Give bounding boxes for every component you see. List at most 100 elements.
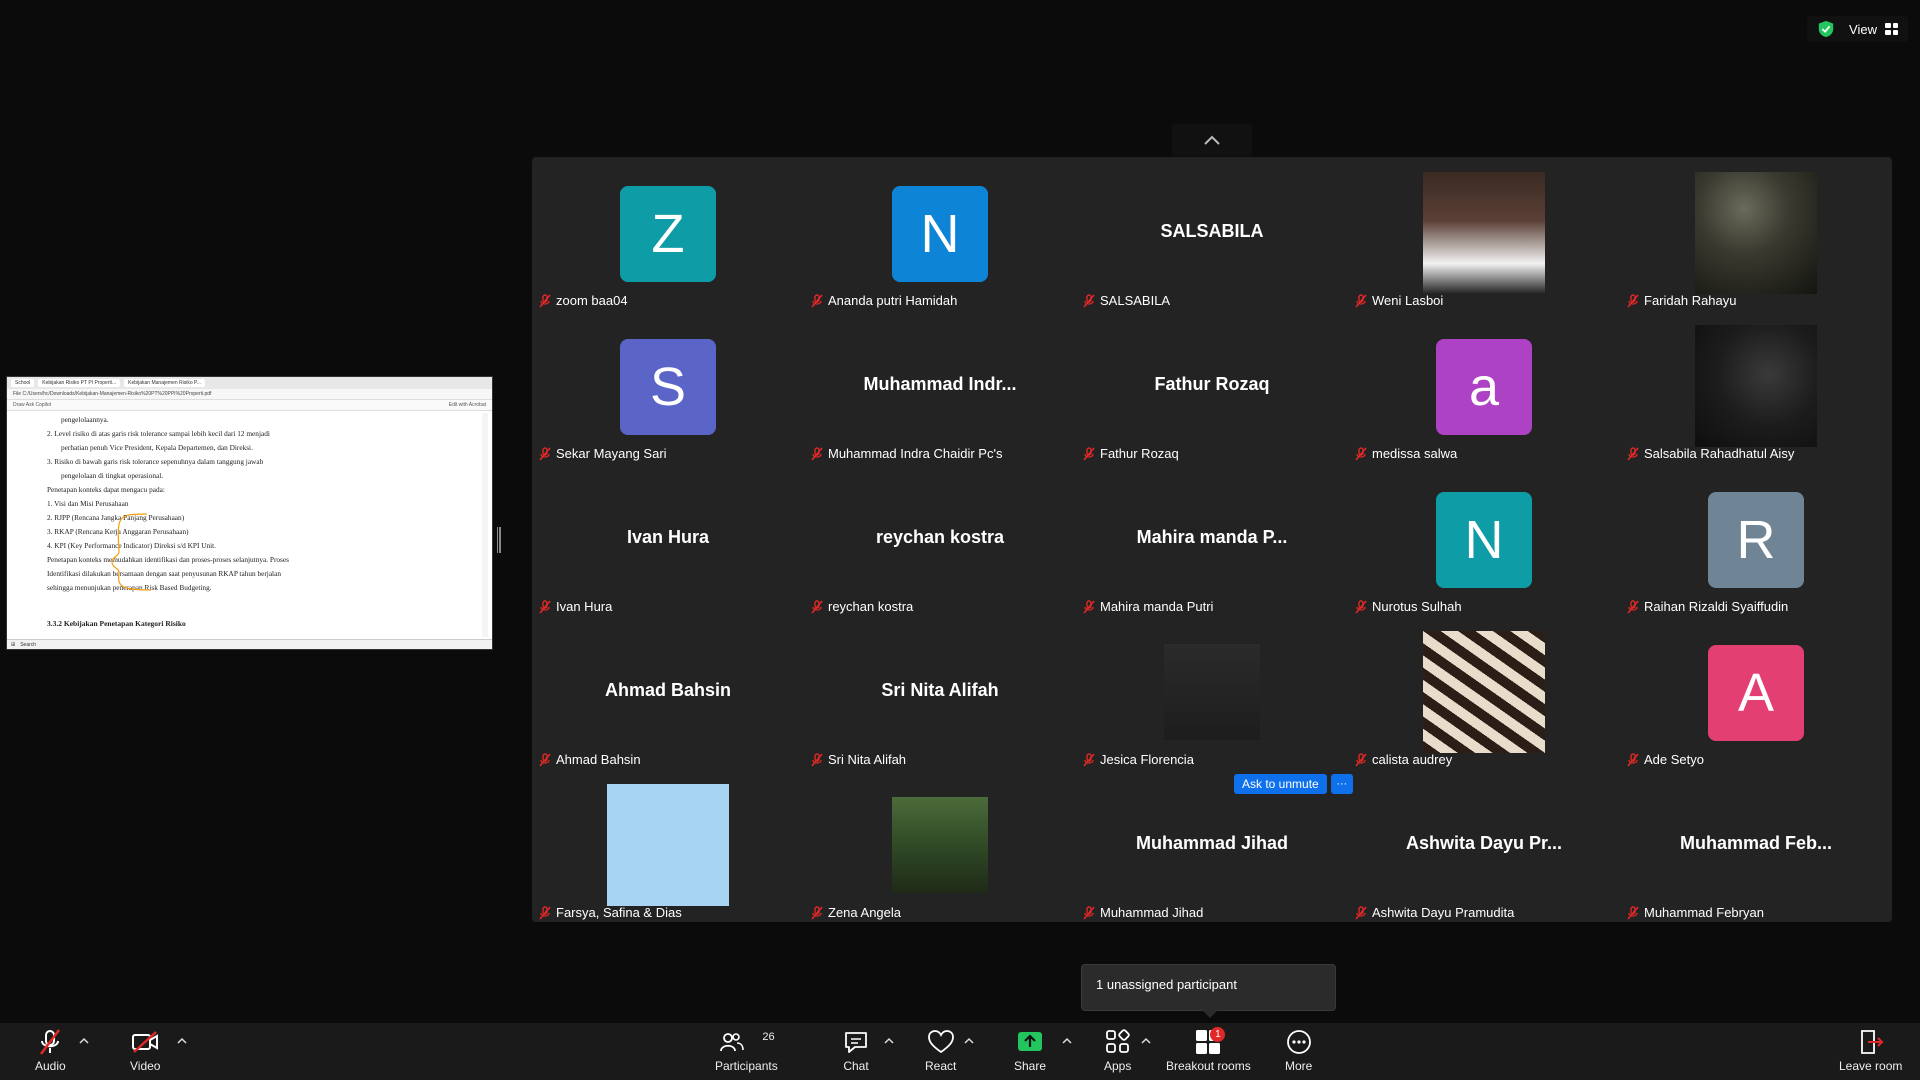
participants-count: 26 [762, 1031, 775, 1043]
participant-name-label: Fathur Rozaq [1082, 446, 1179, 461]
more-label: More [1285, 1059, 1313, 1073]
more-button[interactable]: More [1285, 1027, 1312, 1073]
participant-tile[interactable]: Sri Nita Alifah Sri Nita Alifah [804, 616, 1076, 769]
ask-to-unmute-button[interactable]: Ask to unmute [1234, 774, 1327, 794]
participant-tile[interactable]: Ahmad Bahsin Ahmad Bahsin [532, 616, 804, 769]
participant-avatar: N [892, 186, 988, 282]
participant-display-name: Ashwita Dayu Pr... [1405, 833, 1563, 853]
view-button[interactable]: View [1849, 22, 1898, 37]
share-options-caret-icon[interactable] [1062, 1037, 1072, 1045]
participants-label: Participants [715, 1059, 778, 1073]
participants-button[interactable]: 26 Participants [715, 1027, 778, 1073]
participant-tile[interactable]: calista audrey [1348, 616, 1620, 769]
participant-name-label: Salsabila Rahadhatul Aisy [1626, 446, 1794, 461]
split-divider-handle[interactable] [497, 527, 502, 553]
participant-name: Mahira manda Putri [1100, 599, 1214, 614]
share-screen-icon [1018, 1032, 1043, 1051]
security-shield-icon[interactable] [1817, 20, 1835, 38]
participant-video-thumbnail [892, 797, 988, 893]
participant-tile[interactable]: R Raihan Rizaldi Syaiffudin [1620, 463, 1892, 616]
participant-tile[interactable]: a medissa salwa [1348, 310, 1620, 463]
participant-name: SALSABILA [1100, 293, 1171, 308]
apps-button[interactable]: Apps [1104, 1027, 1131, 1073]
shared-toolbar-right: Edit with Acrobat [448, 402, 486, 408]
participant-tile[interactable]: Jesica Florencia [1076, 616, 1348, 769]
react-button[interactable]: React [925, 1027, 956, 1073]
doc-line: perhatian penuh Vice President, Kepala D… [61, 443, 253, 452]
participant-name: Salsabila Rahadhatul Aisy [1644, 446, 1795, 461]
audio-options-caret-icon[interactable] [79, 1037, 89, 1045]
leave-room-button[interactable]: Leave room [1839, 1027, 1902, 1073]
breakout-rooms-button[interactable]: 1 Breakout rooms [1166, 1027, 1251, 1073]
mic-muted-icon [1083, 905, 1095, 920]
share-screen-button[interactable]: Share [1014, 1027, 1046, 1073]
participant-tile[interactable]: Mahira manda P... Mahira manda Putri [1076, 463, 1348, 616]
participant-tile[interactable]: N Ananda putri Hamidah [804, 157, 1076, 310]
participant-tile[interactable]: Muhammad Feb... Muhammad Febryan [1620, 769, 1892, 922]
participant-name: Ahmad Bahsin [556, 752, 641, 767]
participant-name-label: Weni Lasboi [1354, 293, 1443, 308]
react-options-caret-icon[interactable] [964, 1037, 974, 1045]
participant-tile[interactable]: A Ade Setyo [1620, 616, 1892, 769]
participant-tile[interactable]: S Sekar Mayang Sari [532, 310, 804, 463]
shared-tab: School [11, 379, 35, 387]
participant-tile[interactable]: Faridah Rahayu [1620, 157, 1892, 310]
participant-tile[interactable]: SALSABILA SALSABILA [1076, 157, 1348, 310]
mic-muted-icon [1627, 446, 1639, 461]
participant-tile[interactable]: Ashwita Dayu Pr... Ashwita Dayu Pramudita [1348, 769, 1620, 922]
chat-options-caret-icon[interactable] [884, 1037, 894, 1045]
participant-avatar: N [1436, 492, 1532, 588]
tile-more-button[interactable]: ··· [1330, 774, 1353, 794]
participant-tile[interactable]: Muhammad Indr... Muhammad Indra Chaidir P… [804, 310, 1076, 463]
doc-line: 2. Level risiko di atas garis risk toler… [47, 429, 270, 438]
hide-gallery-button[interactable] [1172, 124, 1252, 156]
participant-name: Muhammad Febryan [1644, 905, 1764, 920]
meeting-toolbar: Audio Video 26 Participants Chat React S… [0, 1023, 1920, 1080]
unassigned-participant-tooltip: 1 unassigned participant [1081, 964, 1336, 1018]
participant-name-label: Ade Setyo [1626, 752, 1704, 767]
windows-start-icon: ⊞ [11, 641, 16, 648]
participant-name: Muhammad Indra Chaidir Pc's [828, 446, 1003, 461]
mic-muted-icon [811, 446, 823, 461]
shared-tab: Kebijakan Risiko PT PI Properti... [38, 379, 121, 387]
mic-muted-icon [811, 599, 823, 614]
shared-browser-tabs: School Kebijakan Risiko PT PI Properti..… [7, 377, 492, 389]
participant-tile[interactable]: reychan kostra reychan kostra [804, 463, 1076, 616]
mic-muted-icon [539, 752, 551, 767]
participant-name-label: Zena Angela [810, 905, 901, 920]
doc-line: Penetapan konteks dapat mengacu pada: [47, 485, 165, 494]
shared-screen-view[interactable]: School Kebijakan Risiko PT PI Properti..… [6, 376, 493, 650]
mic-muted-icon [1083, 599, 1095, 614]
participant-name: Jesica Florencia [1100, 752, 1194, 767]
participant-name-label: Sri Nita Alifah [810, 752, 906, 767]
video-label: Video [130, 1059, 161, 1073]
participant-tile[interactable]: Zzoom baa04 [532, 157, 804, 310]
participant-display-name: Ivan Hura [626, 527, 710, 547]
shared-toolbar-left: Draw Ask Copilot [13, 402, 52, 408]
audio-label: Audio [35, 1059, 66, 1073]
participant-display-name: Muhammad Feb... [1679, 833, 1832, 853]
participant-tile[interactable]: N Nurotus Sulhah [1348, 463, 1620, 616]
react-label: React [925, 1059, 957, 1073]
participant-tile[interactable]: Ivan Hura Ivan Hura [532, 463, 804, 616]
participant-tile[interactable]: Salsabila Rahadhatul Aisy [1620, 310, 1892, 463]
doc-line: 3. Risiko di bawah garis risk tolerance … [47, 457, 264, 466]
participant-name-label: Muhammad Jihad [1082, 905, 1203, 920]
video-button[interactable]: Video [130, 1027, 160, 1073]
participant-tile[interactable]: Farsya, Safina & Dias [532, 769, 804, 922]
participant-name-label: Jesica Florencia [1082, 752, 1194, 767]
participant-name-label: Farsya, Safina & Dias [538, 905, 682, 920]
apps-options-caret-icon[interactable] [1141, 1037, 1151, 1045]
doc-line: pengelolaannya. [61, 415, 109, 424]
participant-tile[interactable]: Fathur Rozaq Fathur Rozaq [1076, 310, 1348, 463]
participant-display-name: Mahira manda P... [1136, 527, 1288, 547]
participant-tile[interactable]: Weni Lasboi [1348, 157, 1620, 310]
chat-button[interactable]: Chat [843, 1027, 869, 1073]
mic-muted-icon [1355, 905, 1367, 920]
top-right-controls: View [1807, 16, 1908, 42]
participant-name: Ananda putri Hamidah [828, 293, 958, 308]
zoom-meeting-window: View School Kebijakan Risiko PT PI Prope… [0, 0, 1920, 1080]
audio-button[interactable]: Audio [35, 1027, 66, 1073]
participant-tile[interactable]: Zena Angela [804, 769, 1076, 922]
video-options-caret-icon[interactable] [177, 1037, 187, 1045]
